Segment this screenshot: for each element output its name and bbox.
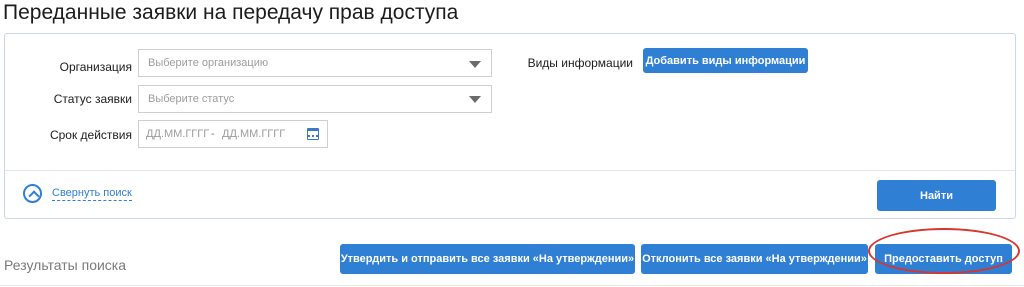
reject-all-button[interactable]: Отклонить все заявки «На утверждении» [641,244,868,274]
add-info-types-button[interactable]: Добавить виды информации [643,48,808,73]
status-label: Статус заявки [53,92,132,106]
chevron-down-icon [469,61,481,68]
collapse-search-label: Свернуть поиск [52,186,132,201]
date-range-field: ДД.ММ.ГГГГ - ДД.ММ.ГГГГ [138,120,328,148]
date-to-input[interactable]: ДД.ММ.ГГГГ [222,121,285,147]
chevron-up-circle-icon [23,184,42,203]
date-from-input[interactable]: ДД.ММ.ГГГГ [146,121,209,147]
info-types-label: Виды информации [527,56,633,70]
search-button[interactable]: Найти [877,180,996,211]
validity-label: Срок действия [49,128,132,142]
organization-select[interactable]: Выберите организацию [138,49,492,77]
calendar-icon[interactable] [307,128,319,140]
organization-label: Организация [59,60,132,74]
grant-access-button[interactable]: Предоставить доступ [875,244,1012,274]
chevron-down-icon [469,96,481,103]
search-filter-panel: Организация Выберите организацию Статус … [4,33,1016,219]
date-range-separator: - [211,128,215,140]
status-select[interactable]: Выберите статус [138,85,492,113]
page-title: Переданные заявки на передачу прав досту… [3,1,459,24]
results-title: Результаты поиска [4,257,127,273]
organization-placeholder: Выберите организацию [148,57,269,69]
results-divider [0,285,1024,286]
panel-divider [5,170,1015,171]
collapse-search-link[interactable]: Свернуть поиск [23,184,132,203]
status-placeholder: Выберите статус [148,93,235,105]
approve-all-button[interactable]: Утвердить и отправить все заявки «На утв… [340,244,635,274]
